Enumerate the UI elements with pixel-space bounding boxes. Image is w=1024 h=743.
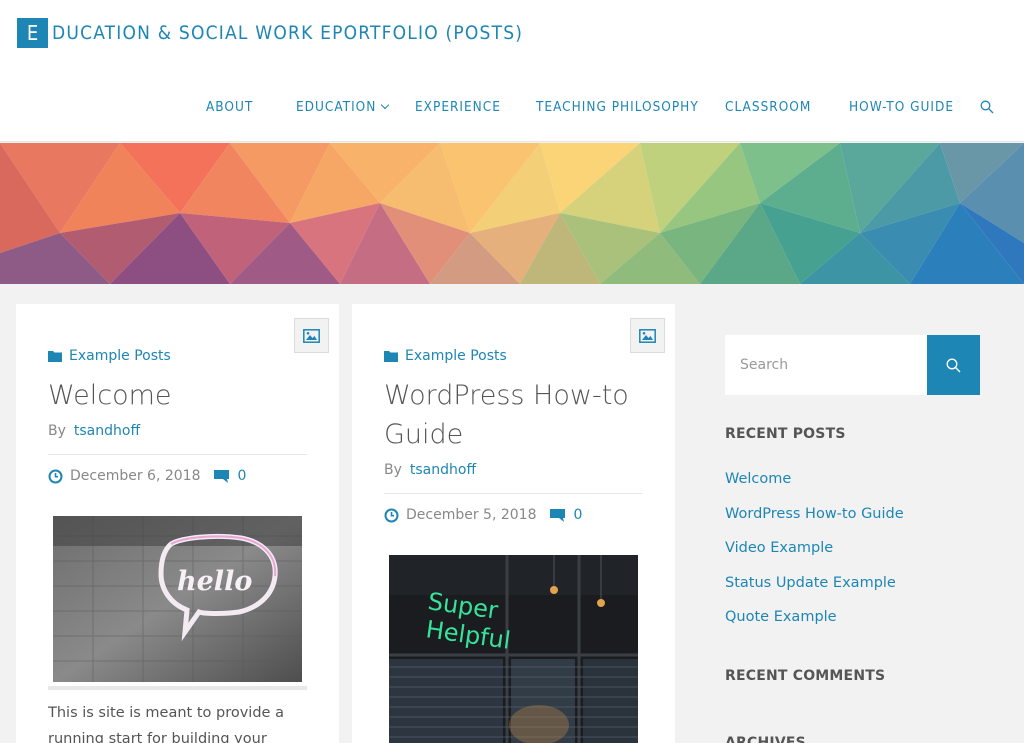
image-format-icon[interactable]	[630, 318, 665, 353]
search-button[interactable]	[927, 335, 980, 395]
search-icon	[946, 358, 961, 372]
nav-item-about[interactable]: ABOUT	[206, 96, 253, 118]
thumbnail-underline	[48, 686, 307, 690]
excerpt-line: This is site is meant to provide a	[48, 705, 284, 721]
excerpt-line: running start for building your	[48, 731, 267, 743]
folder-icon	[48, 351, 62, 362]
post-title[interactable]: Welcome	[48, 376, 172, 415]
post-thumbnail[interactable]: hello	[53, 516, 302, 682]
nav-item-teaching-philosophy[interactable]: TEACHING PHILOSOPHY	[536, 96, 699, 118]
recent-post-link[interactable]: Welcome	[725, 468, 904, 503]
divider	[384, 493, 643, 494]
folder-icon	[384, 351, 398, 362]
post-category: Example Posts	[384, 348, 507, 364]
post-byline: By tsandhoff	[384, 462, 476, 478]
recent-post-link[interactable]: Quote Example	[725, 606, 904, 641]
image-format-icon[interactable]	[294, 318, 329, 353]
author-link[interactable]: tsandhoff	[74, 423, 140, 439]
post-byline: By tsandhoff	[48, 423, 140, 439]
sidebar-search-form	[725, 335, 980, 395]
author-link[interactable]: tsandhoff	[410, 462, 476, 478]
recent-comments-title: RECENT COMMENTS	[725, 668, 886, 684]
post-title-line: WordPress How-to	[384, 380, 629, 411]
post-thumbnail[interactable]: Super Helpful	[389, 555, 638, 743]
post-card: Example Posts Welcome By tsandhoff Decemb…	[16, 304, 339, 743]
recent-posts-title: RECENT POSTS	[725, 426, 846, 442]
post-title-line: Guide	[384, 419, 464, 450]
nav-item-education[interactable]: EDUCATION	[296, 96, 390, 118]
nav-item-how-to-guide[interactable]: HOW-TO GUIDE	[849, 96, 954, 118]
site-title-text: DUCATION & SOCIAL WORK EPORTFOLIO (POSTS…	[52, 22, 524, 44]
category-link[interactable]: Example Posts	[405, 348, 507, 364]
recent-post-link[interactable]: Status Update Example	[725, 572, 904, 607]
comments-icon	[214, 470, 230, 483]
site-header: E DUCATION & SOCIAL WORK EPORTFOLIO (POS…	[0, 0, 1024, 142]
header-banner-image	[0, 143, 1024, 284]
search-icon[interactable]	[980, 100, 994, 114]
post-title[interactable]: WordPress How-to Guide	[384, 376, 629, 454]
post-date: December 6, 2018	[70, 468, 201, 484]
main-nav: ABOUT EDUCATION EXPERIENCE TEACHING PHIL…	[0, 96, 1024, 118]
post-category: Example Posts	[48, 348, 171, 364]
search-input[interactable]	[725, 335, 927, 395]
recent-post-link[interactable]: WordPress How-to Guide	[725, 503, 904, 538]
thumbnail-sign-text: hello	[177, 566, 252, 597]
nav-item-education-label: EDUCATION	[296, 99, 377, 115]
byline-prefix: By	[384, 462, 402, 478]
recent-posts-list: Welcome WordPress How-to Guide Video Exa…	[725, 468, 904, 641]
category-link[interactable]: Example Posts	[69, 348, 171, 364]
chevron-down-icon	[381, 100, 390, 110]
recent-post-link[interactable]: Video Example	[725, 537, 904, 572]
archives-title: ARCHIVES	[725, 735, 806, 743]
divider	[48, 454, 307, 455]
nav-item-classroom[interactable]: CLASSROOM	[725, 96, 811, 118]
post-card: Example Posts WordPress How-to Guide By t…	[352, 304, 675, 743]
comments-icon	[550, 509, 566, 522]
clock-icon	[384, 508, 399, 522]
clock-icon	[48, 469, 63, 483]
byline-prefix: By	[48, 423, 66, 439]
post-meta: December 6, 2018 0	[48, 468, 246, 484]
site-title-link[interactable]: E DUCATION & SOCIAL WORK EPORTFOLIO (POS…	[17, 18, 523, 48]
post-date: December 5, 2018	[406, 507, 537, 523]
comments-count-link[interactable]: 0	[573, 507, 582, 523]
post-excerpt: This is site is meant to provide a runni…	[48, 700, 307, 743]
comments-count-link[interactable]: 0	[237, 468, 246, 484]
nav-item-experience[interactable]: EXPERIENCE	[415, 96, 501, 118]
post-meta: December 5, 2018 0	[384, 507, 582, 523]
site-title-initial: E	[17, 18, 48, 48]
